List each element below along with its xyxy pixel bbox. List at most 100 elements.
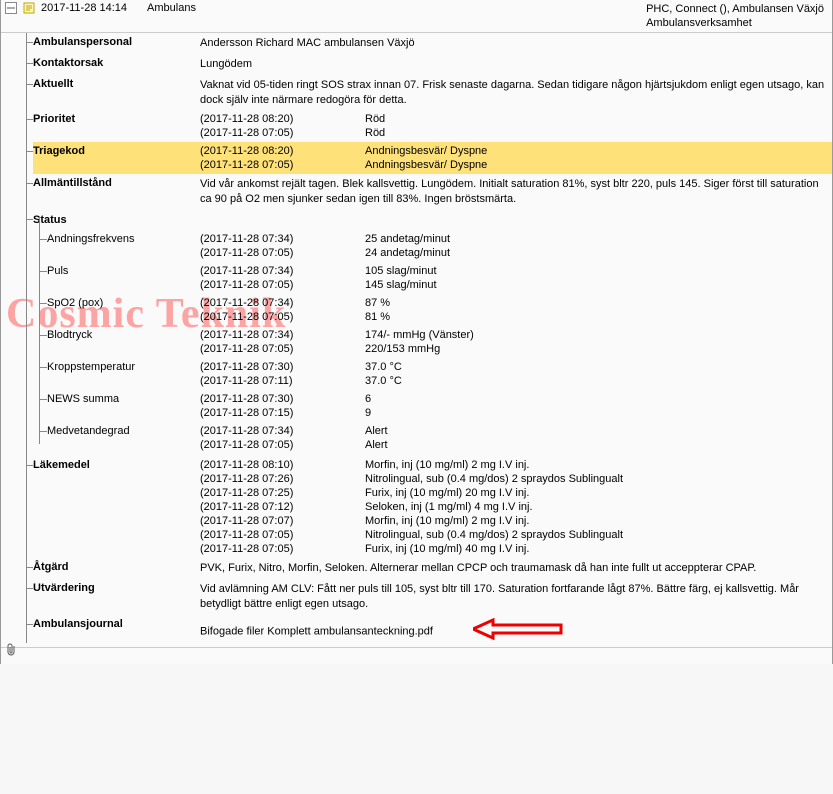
record-header[interactable]: 2017-11-28 14:14 Ambulans PHC, Connect (…	[1, 0, 832, 33]
field-prioritet[interactable]: Prioritet(2017-11-28 08:20) Röd (2017-11-2…	[33, 110, 832, 142]
field-value: Vaknat vid 05-tiden ringt SOS strax inna…	[200, 77, 826, 109]
status-blodtryck[interactable]: Blodtryck(2017-11-28 07:34) 174/- mmHg (V…	[47, 326, 826, 358]
field-label: Puls	[47, 264, 200, 277]
lakemedel-value: Nitrolingual, sub (0.4 mg/dos) 2 spraydo…	[365, 529, 826, 541]
medvet-value: Alert	[365, 425, 820, 437]
attachment-icon[interactable]	[5, 643, 17, 660]
triagekod-timestamp: (2017-11-28 07:05)	[200, 159, 355, 171]
temp-value: 37.0 °C	[365, 375, 820, 387]
field-atgard[interactable]: ÅtgärdPVK, Furix, Nitro, Morfin, Seloken…	[33, 558, 832, 579]
lakemedel-timestamp: (2017-11-28 07:07)	[200, 515, 355, 527]
temp-timestamp: (2017-11-28 07:30)	[200, 361, 355, 373]
news-timestamp: (2017-11-28 07:30)	[200, 393, 355, 405]
field-label: Kroppstemperatur	[47, 360, 200, 373]
news-value: 9	[365, 407, 820, 419]
header-title: Ambulans	[147, 2, 196, 14]
lakemedel-value: Furix, inj (10 mg/ml) 40 mg I.V inj.	[365, 543, 826, 555]
triagekod-value: Andningsbesvär/ Dyspne	[365, 145, 826, 157]
header-context-line1: PHC, Connect (), Ambulansen Växjö	[646, 2, 824, 16]
lakemedel-timestamp: (2017-11-28 07:26)	[200, 473, 355, 485]
spo2-timestamp: (2017-11-28 07:34)	[200, 297, 355, 309]
collapse-icon[interactable]	[5, 2, 19, 14]
field-value: Vid vår ankomst rejält tagen. Blek kalls…	[200, 176, 826, 208]
field-value: Lungödem	[200, 56, 826, 73]
status-news[interactable]: NEWS summa(2017-11-28 07:30) 6 (2017-11-28…	[47, 390, 826, 422]
puls-timestamp: (2017-11-28 07:05)	[200, 279, 355, 291]
lakemedel-value: Nitrolingual, sub (0.4 mg/dos) 2 spraydo…	[365, 473, 826, 485]
field-value: PVK, Furix, Nitro, Morfin, Seloken. Alte…	[200, 560, 826, 577]
field-label: Allmäntillstånd	[33, 176, 200, 189]
andning-value: 25 andetag/minut	[365, 233, 820, 245]
field-label: Läkemedel	[33, 458, 200, 471]
medvet-value: Alert	[365, 439, 820, 451]
record-panel: Cosmic Teknik 2017-11-28 14:14 Ambulans …	[0, 0, 833, 664]
puls-value: 105 slag/minut	[365, 265, 820, 277]
temp-timestamp: (2017-11-28 07:11)	[200, 375, 355, 387]
field-lakemedel[interactable]: Läkemedel(2017-11-28 08:10) Morfin, inj (…	[33, 456, 832, 558]
status-temp[interactable]: Kroppstemperatur(2017-11-28 07:30) 37.0 °…	[47, 358, 826, 390]
record-body: AmbulanspersonalAndersson Richard MAC am…	[1, 33, 832, 647]
medvet-timestamp: (2017-11-28 07:34)	[200, 425, 355, 437]
lakemedel-timestamp: (2017-11-28 08:10)	[200, 459, 355, 471]
field-kontaktorsak[interactable]: KontaktorsakLungödem	[33, 54, 832, 75]
prioritet-value: Röd	[365, 127, 826, 139]
spo2-value: 81 %	[365, 311, 820, 323]
field-label: Utvärdering	[33, 581, 200, 594]
field-label: SpO2 (pox)	[47, 296, 200, 309]
lakemedel-timestamp: (2017-11-28 07:05)	[200, 529, 355, 541]
field-label: Ambulansjournal	[33, 617, 200, 630]
news-timestamp: (2017-11-28 07:15)	[200, 407, 355, 419]
medvet-timestamp: (2017-11-28 07:05)	[200, 439, 355, 451]
field-label: Status	[33, 212, 826, 230]
field-aktuellt[interactable]: AktuelltVaknat vid 05-tiden ringt SOS st…	[33, 75, 832, 111]
status-andning[interactable]: Andningsfrekvens(2017-11-28 07:34)25 and…	[47, 230, 826, 262]
lakemedel-value: Seloken, inj (1 mg/ml) 4 mg I.V inj.	[365, 501, 826, 513]
field-triagekod[interactable]: Triagekod(2017-11-28 08:20) Andningsbesvä…	[33, 142, 832, 174]
status-spo2[interactable]: SpO2 (pox)(2017-11-28 07:34)87 %(2017-11…	[47, 294, 826, 326]
next-record-preview	[1, 647, 832, 664]
lakemedel-timestamp: (2017-11-28 07:05)	[200, 543, 355, 555]
field-value: Vid avlämning AM CLV: Fått ner puls till…	[200, 581, 826, 613]
field-label: Prioritet	[33, 112, 200, 125]
lakemedel-value: Furix, inj (10 mg/ml) 20 mg I.V inj.	[365, 487, 826, 499]
blodtryck-timestamp: (2017-11-28 07:05)	[200, 343, 355, 355]
news-value: 6	[365, 393, 820, 405]
triagekod-timestamp: (2017-11-28 08:20)	[200, 145, 355, 157]
prioritet-value: Röd	[365, 113, 826, 125]
field-label: Kontaktorsak	[33, 56, 200, 69]
andning-value: 24 andetag/minut	[365, 247, 820, 259]
temp-value: 37.0 °C	[365, 361, 820, 373]
field-label: Aktuellt	[33, 77, 200, 90]
field-label: Triagekod	[33, 144, 200, 157]
field-ambjournal[interactable]: AmbulansjournalBifogade filer Komplett a…	[33, 615, 832, 648]
field-label: Medvetandegrad	[47, 424, 200, 437]
note-icon	[23, 2, 37, 14]
header-datetime: 2017-11-28 14:14	[41, 2, 127, 14]
lakemedel-value: Morfin, inj (10 mg/ml) 2 mg I.V inj.	[365, 515, 826, 527]
status-medvet[interactable]: Medvetandegrad(2017-11-28 07:34) Alert (20…	[47, 422, 826, 454]
prioritet-timestamp: (2017-11-28 07:05)	[200, 127, 355, 139]
header-context-line2: Ambulansverksamhet	[646, 16, 824, 30]
lakemedel-timestamp: (2017-11-28 07:25)	[200, 487, 355, 499]
blodtryck-timestamp: (2017-11-28 07:34)	[200, 329, 355, 341]
field-value: Bifogade filer Komplett ambulansanteckni…	[200, 617, 826, 646]
field-value: Andersson Richard MAC ambulansen Växjö	[200, 35, 826, 52]
field-label: Åtgärd	[33, 560, 200, 573]
field-label: Andningsfrekvens	[47, 232, 200, 245]
andning-timestamp: (2017-11-28 07:05)	[200, 247, 355, 259]
field-utvardering[interactable]: UtvärderingVid avlämning AM CLV: Fått ne…	[33, 579, 832, 615]
blodtryck-value: 220/153 mmHg	[365, 343, 820, 355]
field-status[interactable]: StatusAndningsfrekvens(2017-11-28 07:34)…	[33, 210, 832, 456]
field-ambulanspersonal[interactable]: AmbulanspersonalAndersson Richard MAC am…	[33, 33, 832, 54]
prioritet-timestamp: (2017-11-28 08:20)	[200, 113, 355, 125]
field-label: Ambulanspersonal	[33, 35, 200, 48]
spo2-value: 87 %	[365, 297, 820, 309]
field-allmantillstand[interactable]: AllmäntillståndVid vår ankomst rejält ta…	[33, 174, 832, 210]
status-puls[interactable]: Puls(2017-11-28 07:34)105 slag/minut(201…	[47, 262, 826, 294]
lakemedel-value: Morfin, inj (10 mg/ml) 2 mg I.V inj.	[365, 459, 826, 471]
field-label: NEWS summa	[47, 392, 200, 405]
field-label: Blodtryck	[47, 328, 200, 341]
blodtryck-value: 174/- mmHg (Vänster)	[365, 329, 820, 341]
annotation-arrow-icon	[473, 618, 563, 645]
lakemedel-timestamp: (2017-11-28 07:12)	[200, 501, 355, 513]
